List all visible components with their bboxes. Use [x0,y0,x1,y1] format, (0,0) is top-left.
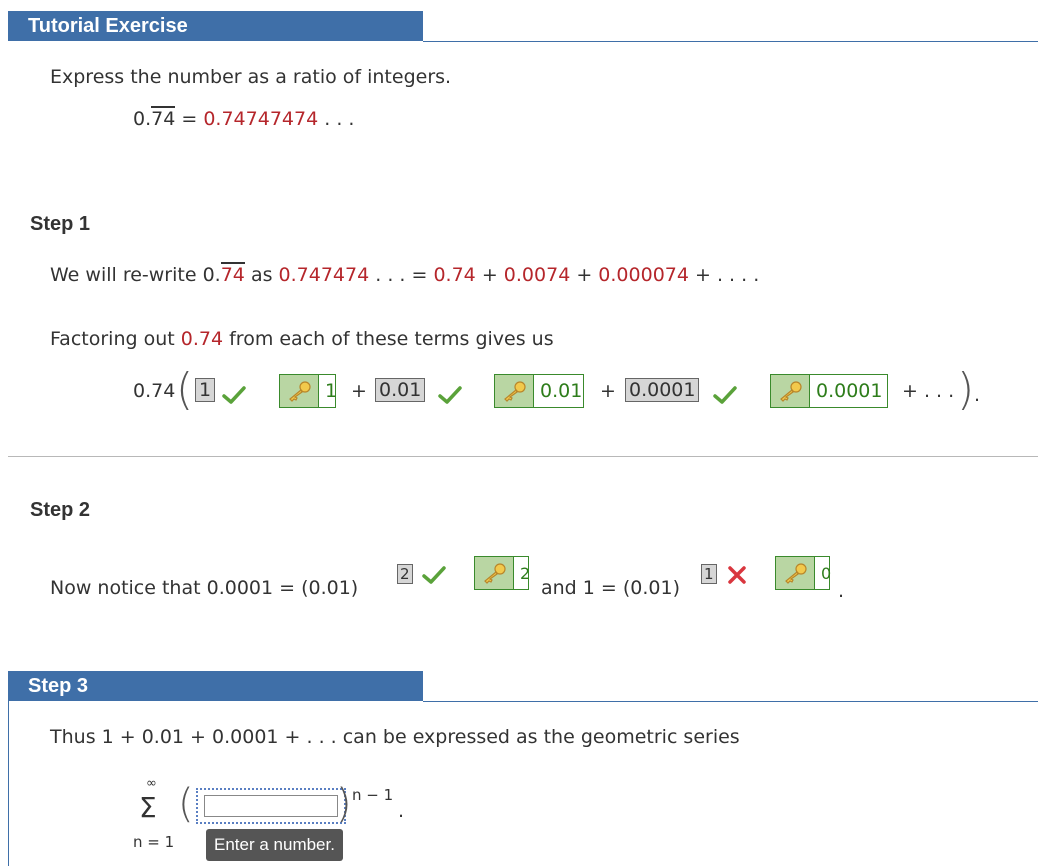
input-tooltip: Enter a number. [206,829,343,861]
step3-rule [423,701,1038,702]
rewrite-as: as [250,264,273,286]
equals: = [181,108,198,130]
term-c: 0.000074 [598,264,689,286]
problem-expression: 0.74 = 0.74747474 . . . [133,106,355,130]
plus: + [576,264,593,286]
correct-check-icon [422,566,446,584]
key-answer-value: 2 [520,563,531,583]
rewrite-text: We will re-write 0. [50,264,221,286]
plus: + [481,264,498,286]
key-answer-value: 0.01 [540,380,583,402]
tail-dots: + . . . [902,380,955,402]
header-rule [423,41,1038,42]
step3-text: Thus 1 + 0.01 + 0.0001 + . . . can be ex… [50,726,740,748]
key-icon [495,375,534,407]
correct-check-icon [438,386,462,404]
key-answer-value: 1 [325,380,338,402]
open-paren: ( [176,364,194,415]
key-answer-1[interactable]: 1 [279,374,337,408]
key-answer-5[interactable]: 0 [775,556,831,590]
term-b: 0.0074 [503,264,571,286]
rewrite-repeating: 74 [220,262,245,286]
key-answer-2[interactable]: 0.01 [494,374,584,408]
key-answer-value: 0 [821,563,832,583]
period: . [838,580,845,602]
answer-box-1: 1 [195,378,216,402]
ratio-input[interactable] [204,795,338,817]
rewrite-dots-eq: . . . = [375,264,428,286]
exponent-box-2: 1 [701,564,717,584]
correct-check-icon [222,386,246,404]
plus: + [351,380,367,402]
key-icon [776,557,815,589]
step1-heading: Step 1 [30,213,91,235]
step3-heading: Step 3 [8,671,423,701]
sigma-symbol: Σ [139,791,157,824]
key-answer-value: 0.0001 [816,380,883,402]
period: . [398,800,405,822]
incorrect-x-icon [728,566,746,584]
lhs-int: 0. [133,108,152,130]
rhs-value: 0.74747474 [203,108,319,130]
correct-check-icon [713,386,737,404]
answer-box-3: 0.0001 [625,378,700,402]
open-paren: ( [178,781,194,827]
step2-text: Now notice that 0.0001 = (0.01) [50,577,359,599]
key-icon [771,375,810,407]
step3-left-border [8,701,9,866]
coefficient: 0.74 [133,380,176,402]
key-answer-3[interactable]: 0.0001 [770,374,888,408]
close-paren: ) [957,364,975,415]
key-icon [475,557,514,589]
key-answer-4[interactable]: 2 [474,556,530,590]
sum-lower-limit: n = 1 [133,833,175,851]
tail-dots: + . . . . [695,264,760,286]
rewrite-expanded: 0.747474 [278,264,370,286]
sum-upper-limit: ∞ [146,776,157,791]
period: . [974,384,981,406]
step2-heading: Step 2 [30,499,91,521]
factor-value: 0.74 [180,328,224,350]
series-exponent: n − 1 [352,786,394,804]
exponent-box-1: 2 [397,564,413,584]
step2-text-2: and 1 = (0.01) [541,577,681,599]
divider [8,456,1038,457]
problem-prompt: Express the number as a ratio of integer… [50,66,452,88]
lhs-repeating: 74 [151,106,176,130]
answer-box-2: 0.01 [375,378,426,402]
step1-rewrite: We will re-write 0.74 as 0.747474 . . . … [50,262,760,286]
ratio-input-container[interactable] [196,788,346,824]
key-icon [280,375,319,407]
close-paren: ) [336,781,352,827]
step1-factoring: Factoring out 0.74 from each of these te… [50,328,554,350]
factor-text: Factoring out [50,328,175,350]
rhs-dots: . . . [324,108,355,130]
plus: + [600,380,616,402]
factor-text-2: from each of these terms gives us [229,328,554,350]
tutorial-title: Tutorial Exercise [8,11,423,41]
term-a: 0.74 [433,264,476,286]
